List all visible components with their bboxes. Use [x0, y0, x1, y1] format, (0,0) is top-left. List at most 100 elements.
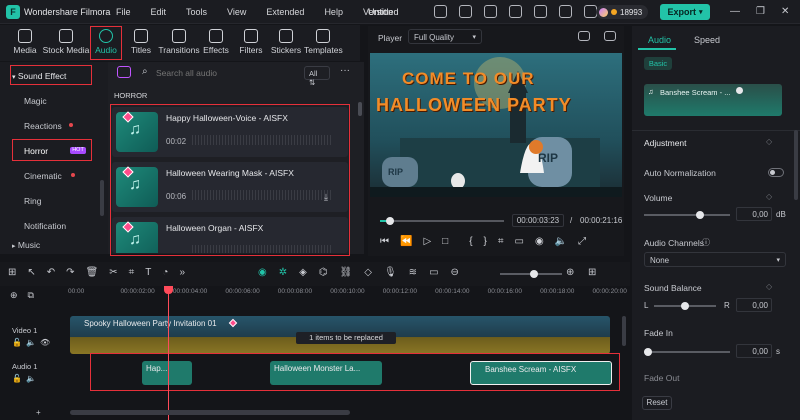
- balance-knob[interactable]: [681, 302, 689, 310]
- compare-view-icon[interactable]: [578, 31, 590, 41]
- volume-slider[interactable]: [644, 211, 730, 219]
- basic-tab[interactable]: Basic: [644, 57, 672, 70]
- ai-tool-icon[interactable]: ⌗: [498, 236, 504, 247]
- minimize-icon[interactable]: —: [730, 6, 740, 17]
- audio-list-scrollbar[interactable]: [358, 102, 362, 116]
- camera-icon[interactable]: ◉: [535, 236, 544, 247]
- menu-view[interactable]: View: [227, 7, 246, 17]
- tab-stock-media[interactable]: Stock Media: [42, 25, 90, 61]
- fade-in-knob[interactable]: [644, 348, 652, 356]
- keyframe-icon[interactable]: ◇: [364, 267, 372, 278]
- more-icon[interactable]: ···: [340, 65, 350, 76]
- split-icon[interactable]: ✂: [109, 267, 117, 278]
- timeline-scrollbar[interactable]: [70, 410, 350, 415]
- download-icon[interactable]: ⤓: [324, 192, 328, 203]
- fade-in-slider[interactable]: [644, 348, 730, 356]
- monitor-icon[interactable]: [434, 5, 447, 18]
- sidebar-item-magic[interactable]: Magic: [24, 96, 47, 106]
- mic-icon[interactable]: 🎙: [384, 267, 397, 278]
- lock-icon[interactable]: 🔓: [12, 374, 22, 383]
- timeline-ruler[interactable]: 00:00 00:00:02:00 00:00:04:00 00:00:06:00 00…: [68, 288, 627, 300]
- sidebar-scrollbar[interactable]: [100, 180, 104, 216]
- playback-progress[interactable]: [380, 217, 504, 225]
- redo-icon[interactable]: ↷: [66, 267, 74, 278]
- zoom-slider[interactable]: [500, 270, 562, 278]
- keyframe-diamond-icon[interactable]: ◇: [766, 192, 772, 201]
- sidebar-item-ring[interactable]: Ring: [24, 196, 41, 206]
- mark-out-icon[interactable]: }: [484, 236, 487, 247]
- timeline-vertical-scrollbar[interactable]: [622, 316, 626, 346]
- credits-badge[interactable]: 18993: [596, 5, 648, 19]
- volume-value[interactable]: 0,00: [736, 207, 772, 221]
- timer-icon[interactable]: ◔: [162, 267, 168, 278]
- headphones-icon[interactable]: [559, 5, 572, 18]
- sidebar-item-reactions[interactable]: Reactions: [24, 121, 62, 131]
- keyframe-diamond-icon[interactable]: ◇: [766, 137, 772, 146]
- speaker-icon[interactable]: 🔈: [26, 338, 36, 347]
- search-input[interactable]: [156, 66, 296, 80]
- filter-dropdown[interactable]: All ⇅: [304, 66, 330, 87]
- link-icon[interactable]: ⛓: [340, 267, 353, 278]
- playhead[interactable]: [164, 286, 173, 420]
- play-icon[interactable]: ▷: [423, 236, 431, 247]
- lock-icon[interactable]: 🔓: [12, 338, 22, 347]
- menu-help[interactable]: Help: [324, 7, 343, 17]
- reset-button[interactable]: Reset: [642, 396, 672, 410]
- menu-extended[interactable]: Extended: [266, 7, 304, 17]
- progress-knob[interactable]: [385, 217, 394, 225]
- previous-frame-icon[interactable]: ⏮: [380, 236, 389, 247]
- screen-icon[interactable]: ▭: [429, 267, 438, 278]
- speaker-icon[interactable]: 🔈: [26, 374, 36, 383]
- video-clip[interactable]: Spooky Halloween Party Invitation 01 1 i…: [70, 316, 610, 354]
- profile-icon[interactable]: [459, 5, 472, 18]
- list-item[interactable]: ♫ Happy Halloween-Voice - AISFX 00:02: [112, 107, 348, 157]
- tab-stickers[interactable]: Stickers: [270, 25, 302, 61]
- select-tool-icon[interactable]: ⊞: [8, 267, 16, 278]
- link-track-icon[interactable]: ⧉: [28, 290, 34, 301]
- balance-slider[interactable]: [654, 302, 716, 310]
- properties-scrollbar[interactable]: [794, 130, 798, 200]
- pointer-icon[interactable]: ↖: [27, 267, 35, 278]
- tab-titles[interactable]: Titles: [128, 25, 154, 61]
- stop-icon[interactable]: □: [442, 236, 448, 247]
- list-item[interactable]: ♫ Halloween Organ - AISFX: [112, 217, 348, 253]
- audio-clip-selected[interactable]: Banshee Scream - AISFX: [470, 361, 612, 385]
- balance-value[interactable]: 0,00: [736, 298, 772, 312]
- more-tools-icon[interactable]: »: [179, 267, 185, 278]
- close-icon[interactable]: ✕: [781, 6, 789, 17]
- tab-transitions[interactable]: Transitions: [158, 25, 200, 61]
- add-icon[interactable]: +: [36, 408, 41, 417]
- grid-view-icon[interactable]: ⊞: [588, 267, 596, 278]
- render-icon[interactable]: ◉: [258, 267, 267, 278]
- undo-icon[interactable]: ↶: [47, 267, 55, 278]
- tab-audio[interactable]: Audio: [92, 25, 120, 61]
- mark-in-icon[interactable]: {: [469, 236, 472, 247]
- add-track-icon[interactable]: ⊕: [10, 290, 18, 301]
- volume-icon[interactable]: 🔈: [555, 236, 567, 247]
- info-icon[interactable]: ⓘ: [702, 237, 710, 248]
- fullscreen-render-icon[interactable]: ▭: [515, 236, 524, 247]
- eye-icon[interactable]: 👁: [40, 338, 50, 347]
- tab-media[interactable]: Media: [10, 25, 40, 61]
- zoom-in-icon[interactable]: ⊕: [566, 267, 574, 278]
- menu-file[interactable]: File: [116, 7, 131, 17]
- snapshot-image-icon[interactable]: [604, 31, 616, 41]
- video-preview[interactable]: COME TO OUR HALLOWEEN PARTY RIP RIP: [370, 53, 622, 197]
- clip-knob[interactable]: [736, 87, 743, 94]
- tab-speed[interactable]: Speed: [694, 35, 720, 45]
- maximize-icon[interactable]: ❐: [756, 6, 765, 17]
- list-item[interactable]: ♫ Halloween Wearing Mask - AISFX 00:06 ⤓: [112, 162, 348, 212]
- step-back-icon[interactable]: ⏪: [400, 236, 412, 247]
- sound-effect-section[interactable]: ▾ Sound Effect: [12, 71, 66, 81]
- menu-edit[interactable]: Edit: [151, 7, 167, 17]
- cloud-icon[interactable]: [509, 5, 522, 18]
- ai-audio-icon[interactable]: [117, 66, 131, 78]
- sidebar-item-cinematic[interactable]: Cinematic: [24, 171, 62, 181]
- audio-channels-dropdown[interactable]: None ▾: [644, 252, 786, 267]
- tab-filters[interactable]: Filters: [236, 25, 266, 61]
- keyframe-diamond-icon[interactable]: ◇: [766, 282, 772, 291]
- audio-clip[interactable]: Halloween Monster La...: [270, 361, 382, 385]
- current-time[interactable]: 00:00:03:23: [512, 214, 564, 227]
- sidebar-item-notification[interactable]: Notification: [24, 221, 66, 231]
- zoom-out-icon[interactable]: ⊖: [451, 267, 459, 278]
